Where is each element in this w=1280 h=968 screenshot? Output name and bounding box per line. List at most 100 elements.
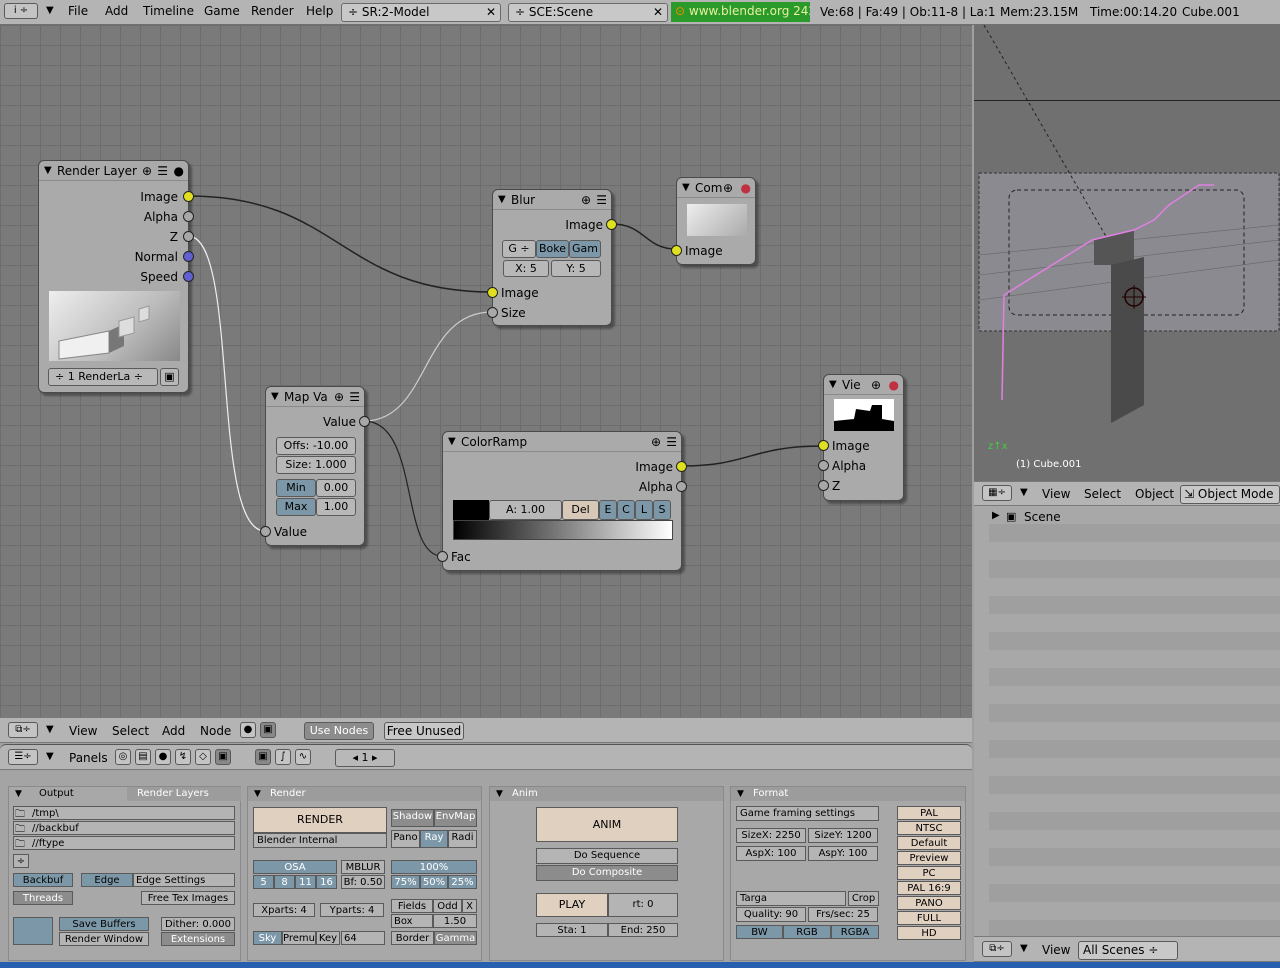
render-layers-tab[interactable]: Render Layers [127,787,241,801]
close-icon[interactable]: ✕ [653,5,663,19]
menu-icon[interactable]: ☰ [666,432,677,451]
input-socket-size[interactable] [487,307,498,318]
output-socket-value[interactable] [359,416,370,427]
map-value-node[interactable]: ▼ Map Va ⊕ ☰ Value Offs: -10.00 Size: 1.0… [260,386,370,546]
bf-field[interactable]: Bf: 0.50 [341,875,385,889]
sky-toggle[interactable]: Sky [253,931,282,945]
preset-pal169[interactable]: PAL 16:9 [897,881,961,895]
scene-link-icon[interactable]: ÷ [13,854,29,868]
output-socket-image[interactable] [606,219,617,230]
collapse-triangle-icon[interactable]: ▼ [271,387,279,406]
colorramp-node[interactable]: ▼ ColorRamp ⊕ ☰ Image Alpha A: 1.00 Del E… [437,431,687,571]
preset-pal[interactable]: PAL [897,806,961,820]
color-gradient-bar[interactable] [453,520,673,540]
menu-game[interactable]: Game [204,4,240,18]
menu-select[interactable]: Select [112,724,149,738]
max-value-field[interactable]: 1.00 [316,498,356,516]
threads-button[interactable]: Threads [13,891,73,905]
gamma-toggle[interactable]: Gam [569,240,601,258]
menu-select[interactable]: Select [1084,487,1121,501]
plus-icon[interactable]: ⊕ [334,387,344,406]
key-toggle[interactable]: Key [316,931,340,945]
anim-button[interactable]: ANIM [536,807,678,842]
collapse-triangle-icon[interactable]: ▼ [498,190,506,209]
menu-add[interactable]: Add [162,724,185,738]
size-25-toggle[interactable]: 25% [448,875,477,889]
backbuf-path-field[interactable]: //backbuf [13,821,235,835]
output-socket-alpha[interactable] [676,481,687,492]
bits-select[interactable]: 64 [341,931,385,945]
sound-icon[interactable]: ∿ [295,749,311,765]
rt-field[interactable]: rt: 0 [608,893,678,917]
bw-toggle[interactable]: BW [736,925,783,939]
rgba-toggle[interactable]: RGBA [831,925,879,939]
info-editor-icon[interactable]: i ÷ [4,3,38,19]
osa-16[interactable]: 16 [316,875,337,889]
editor-type-icon[interactable]: ☰÷ [8,749,38,765]
fields-toggle[interactable]: Fields [391,899,433,913]
mode-select[interactable]: ⇲ Object Mode [1180,485,1280,504]
yparts-field[interactable]: Yparts: 4 [320,903,384,917]
scene-selector[interactable]: ÷ SCE:Scene ✕ [508,3,668,22]
output-socket-image[interactable] [183,191,194,202]
quality-field[interactable]: Quality: 90 [736,907,806,922]
folder-icon[interactable]: 🗀 [15,837,25,854]
render-button[interactable]: RENDER [253,807,387,833]
edge-settings-button[interactable]: Edge Settings [133,873,235,887]
edge-toggle[interactable]: Edge [81,873,133,887]
menu-icon[interactable]: ☰ [157,161,168,180]
collapse-arrow-icon[interactable]: ▼ [46,724,54,735]
x-toggle[interactable]: X [462,899,477,913]
menu-icon[interactable]: ☰ [349,387,360,406]
max-toggle[interactable]: Max [276,498,316,516]
render-layer-node[interactable]: ▼ Render Layer ⊕ ☰ ● Image Alpha Z Normal… [38,160,194,393]
do-sequence-toggle[interactable]: Do Sequence [536,848,678,864]
input-socket-image[interactable] [818,440,829,451]
editor-type-icon[interactable]: ⧉÷ [8,722,38,738]
offset-field[interactable]: Offs: -10.00 [276,437,356,455]
gamma-toggle[interactable]: Gamma [434,931,477,945]
input-socket-alpha[interactable] [818,460,829,471]
menu-add[interactable]: Add [105,4,128,18]
composite-node[interactable]: ▼ Com ⊕ ● Image [671,177,756,265]
blur-node[interactable]: ▼ Blur ⊕ ☰ Image G ÷ Boke Gam X: 5 Y: 5 I… [487,189,617,326]
collapse-arrow-icon[interactable]: ▼ [1020,943,1028,954]
composite-nodes-icon[interactable]: ▣ [260,722,276,738]
collapse-triangle-icon[interactable]: ▼ [829,375,837,394]
editing-icon[interactable]: ◇ [195,749,211,765]
alpha-field[interactable]: A: 1.00 [489,500,562,520]
preset-pano[interactable]: PANO [897,896,961,910]
menu-object[interactable]: Object [1135,487,1174,501]
border-toggle[interactable]: Border [391,931,434,945]
preset-pc[interactable]: PC [897,866,961,880]
frame-field[interactable]: ◂ 1 ▸ [335,749,395,767]
ease-toggle[interactable]: E [599,500,617,520]
shadow-toggle[interactable]: Shadow [391,809,434,827]
logic-icon[interactable]: ◎ [115,749,131,765]
game-framing-button[interactable]: Game framing settings [736,806,879,821]
filter-type-select[interactable]: G ÷ [502,240,536,258]
aspy-field[interactable]: AspY: 100 [808,846,878,861]
min-value-field[interactable]: 0.00 [316,479,356,497]
close-icon[interactable]: ✕ [486,5,496,19]
menu-render[interactable]: Render [251,4,294,18]
cardinal-toggle[interactable]: C [617,500,635,520]
dispview-grid-icon[interactable] [13,917,53,945]
grid-icon[interactable]: ▦÷ [982,485,1012,501]
osa-5[interactable]: 5 [253,875,274,889]
start-frame-field[interactable]: Sta: 1 [536,923,608,937]
preset-ntsc[interactable]: NTSC [897,821,961,835]
menu-help[interactable]: Help [306,4,333,18]
render-engine-select[interactable]: Blender Internal [253,833,387,848]
bokeh-toggle[interactable]: Boke [536,240,569,258]
plus-icon[interactable]: ⊕ [871,375,881,394]
menu-view[interactable]: View [1042,487,1070,501]
menu-file[interactable]: File [68,4,88,18]
ray-toggle[interactable]: Ray [420,830,448,848]
render-window-select[interactable]: Render Window [59,932,149,946]
output-path-field[interactable]: /tmp\ [13,806,235,820]
free-unused-button[interactable]: Free Unused [384,722,464,740]
output-socket-speed[interactable] [183,271,194,282]
menu-icon[interactable]: ☰ [596,190,607,209]
filter-size-field[interactable]: 1.50 [433,914,477,928]
